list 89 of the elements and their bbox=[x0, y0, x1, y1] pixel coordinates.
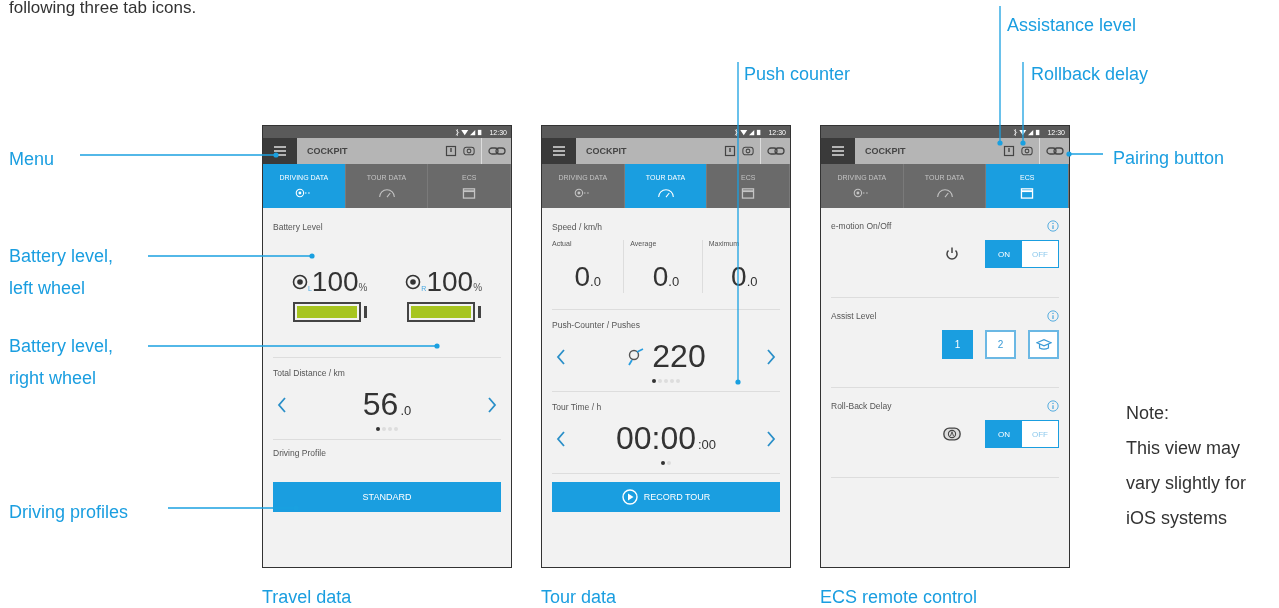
assistance-level-icon[interactable] bbox=[1003, 145, 1015, 157]
wheel-icon bbox=[852, 186, 871, 199]
graduation-cap-icon bbox=[1035, 338, 1052, 351]
menu-button[interactable] bbox=[542, 138, 576, 164]
battery-unit: % bbox=[473, 282, 483, 293]
callout-label: Battery level, left wheel bbox=[9, 245, 115, 300]
menu-icon bbox=[832, 146, 844, 156]
section-title: Tour Time / h bbox=[552, 402, 603, 412]
battery-unit: % bbox=[358, 282, 368, 293]
section-title: Speed / km/h bbox=[552, 222, 604, 232]
assist-level-button[interactable]: 2 bbox=[985, 330, 1016, 359]
rollback-delay-icon[interactable] bbox=[463, 145, 475, 157]
app-title: COCKPIT bbox=[586, 146, 628, 156]
link-icon bbox=[766, 146, 785, 156]
menu-icon bbox=[274, 146, 286, 156]
decimal-text: .0 bbox=[668, 274, 680, 289]
pairing-button[interactable] bbox=[481, 138, 511, 164]
decimal-text: :00 bbox=[698, 437, 717, 452]
menu-icon bbox=[553, 146, 565, 156]
chevron-left-icon[interactable] bbox=[556, 429, 566, 448]
wheel-icon bbox=[294, 186, 313, 199]
screen-caption: Travel data bbox=[262, 587, 352, 608]
link-icon bbox=[487, 146, 506, 156]
callout-label: Menu bbox=[9, 148, 56, 171]
battery-terminal bbox=[363, 306, 367, 318]
play-icon bbox=[621, 489, 638, 505]
toggle-option[interactable]: OFF bbox=[1022, 421, 1058, 447]
screen-caption: ECS remote control bbox=[820, 587, 978, 608]
chevron-left-icon[interactable] bbox=[556, 347, 566, 366]
pairing-button[interactable] bbox=[760, 138, 790, 164]
gauge-icon bbox=[935, 186, 954, 199]
power-icon bbox=[943, 246, 961, 262]
section-title: Assist Level bbox=[831, 311, 877, 321]
wheel-icon bbox=[291, 274, 308, 290]
screen-caption: Tour data bbox=[541, 587, 617, 608]
assistance-level-icon[interactable] bbox=[724, 145, 736, 157]
section-title: e-motion On/Off bbox=[831, 221, 892, 231]
callout-label: Assistance level bbox=[1007, 14, 1138, 37]
callout-label: Rollback delay bbox=[1031, 63, 1150, 86]
callout-label: Push counter bbox=[744, 63, 852, 86]
assistance-level-icon[interactable] bbox=[445, 145, 457, 157]
section-title: Driving Profile bbox=[273, 448, 327, 458]
battery-reading: 100 bbox=[426, 266, 474, 298]
chevron-left-icon[interactable] bbox=[277, 395, 287, 414]
rollback-delay-icon[interactable] bbox=[1021, 145, 1033, 157]
wheel-icon bbox=[573, 186, 592, 199]
assist-level-button[interactable]: 1 bbox=[942, 330, 973, 359]
learning-mode-button[interactable] bbox=[1028, 330, 1059, 359]
pairing-button[interactable] bbox=[1039, 138, 1069, 164]
value-text: 00:00 bbox=[615, 420, 696, 457]
record-button[interactable]: RECORD TOUR bbox=[552, 482, 780, 512]
toggle-option[interactable]: OFF bbox=[1022, 241, 1058, 267]
app-title: COCKPIT bbox=[865, 146, 907, 156]
link-icon bbox=[1045, 146, 1064, 156]
toggle-option[interactable]: ON bbox=[986, 421, 1022, 447]
callout-label: Driving profiles bbox=[9, 501, 130, 524]
callout-label: Pairing button bbox=[1113, 147, 1226, 170]
menu-button[interactable] bbox=[821, 138, 855, 164]
speed-value: 0 bbox=[574, 261, 591, 293]
rollback-icon bbox=[943, 426, 961, 442]
profile-button[interactable]: STANDARD bbox=[273, 482, 501, 512]
toggle-option[interactable]: ON bbox=[986, 241, 1022, 267]
chevron-right-icon[interactable] bbox=[766, 347, 776, 366]
wheel-icon bbox=[405, 274, 422, 290]
decimal-text: .0 bbox=[590, 274, 601, 289]
decimal-text: .0 bbox=[746, 274, 758, 289]
menu-button[interactable] bbox=[263, 138, 297, 164]
intro-text: following three tab icons. bbox=[9, 0, 197, 18]
rollback-delay-icon[interactable] bbox=[742, 145, 754, 157]
section-title: Total Distance / km bbox=[273, 368, 346, 378]
speed-value: 0 bbox=[652, 261, 669, 293]
section-title: Push-Counter / Pushes bbox=[552, 320, 641, 330]
battery-reading: 100 bbox=[311, 266, 359, 298]
note-text: Note: This view may vary slightly for iOS systems bbox=[1126, 402, 1247, 530]
value-text: 220 bbox=[652, 338, 706, 375]
chevron-right-icon[interactable] bbox=[766, 429, 776, 448]
value-text: 56 bbox=[362, 386, 399, 423]
gauge-icon bbox=[656, 186, 675, 199]
chevron-right-icon[interactable] bbox=[487, 395, 497, 414]
section-title: Battery Level bbox=[273, 222, 324, 232]
decimal-text: .0 bbox=[400, 403, 412, 418]
gauge-icon bbox=[377, 186, 396, 199]
battery-terminal bbox=[477, 306, 481, 318]
app-title: COCKPIT bbox=[307, 146, 349, 156]
callout-label: Battery level, right wheel bbox=[9, 335, 115, 390]
on-off-toggle[interactable]: ON OFF bbox=[985, 240, 1059, 268]
on-off-toggle[interactable]: ON OFF bbox=[985, 420, 1059, 448]
leader-line bbox=[1066, 151, 1104, 157]
section-title: Roll-Back Delay bbox=[831, 401, 892, 411]
